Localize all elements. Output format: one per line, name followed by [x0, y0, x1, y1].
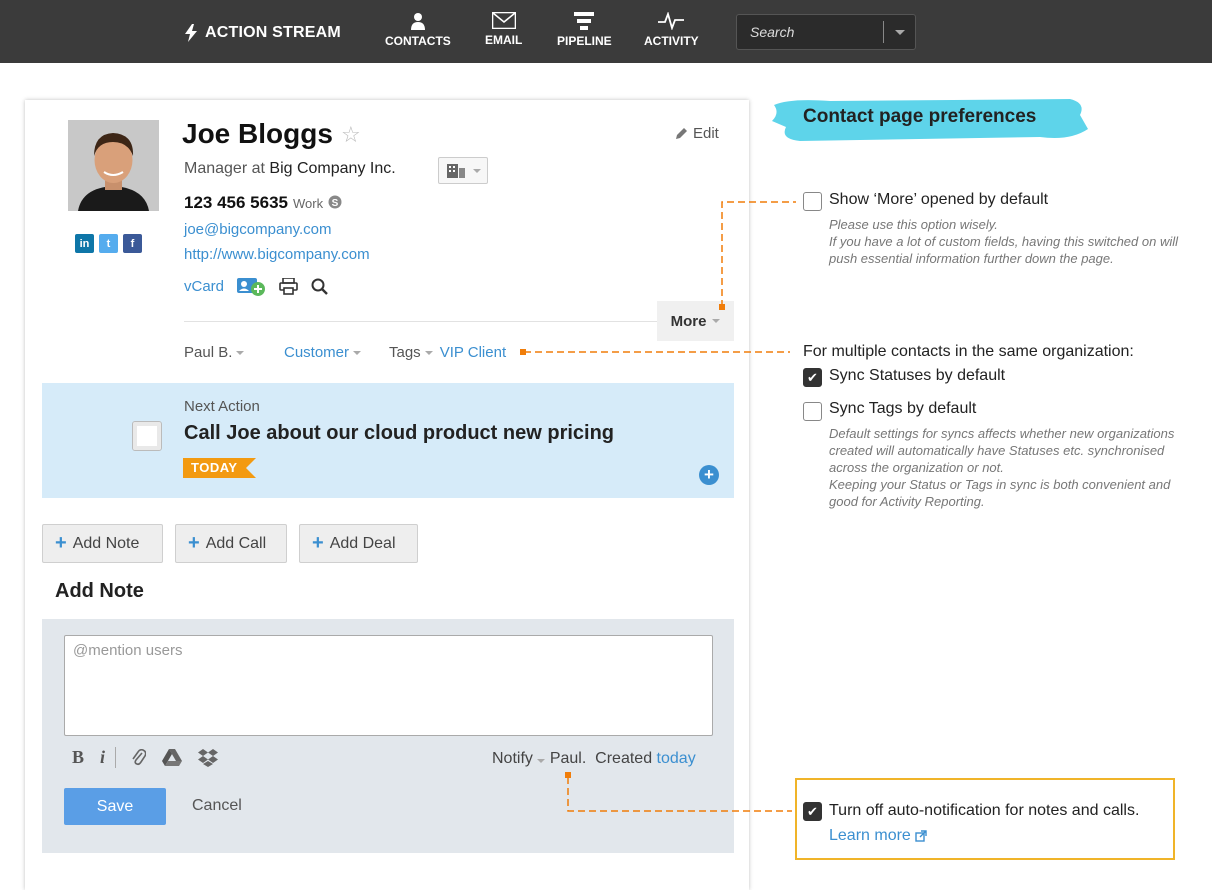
multi-contacts-heading: For multiple contacts in the same organi… — [803, 343, 1134, 360]
sync-tags-checkbox[interactable] — [803, 402, 822, 421]
checkmark-icon: ✔ — [807, 369, 818, 385]
sync-statuses-checkbox[interactable]: ✔ — [803, 368, 822, 387]
auto-notification-checkbox[interactable]: ✔ — [803, 802, 822, 821]
preferences-title: Contact page preferences — [803, 106, 1037, 127]
checkmark-icon: ✔ — [807, 803, 818, 819]
show-more-label: Show ‘More’ opened by default — [829, 191, 1049, 208]
show-more-checkbox[interactable] — [803, 192, 822, 211]
auto-notification-label: Turn off auto-notification for notes and… — [829, 802, 1140, 819]
sync-tags-note: Default settings for syncs affects wheth… — [829, 426, 1175, 509]
external-link-icon — [915, 830, 927, 842]
sync-statuses-label: Sync Statuses by default — [829, 367, 1006, 384]
show-more-note: Please use this option wisely. If you ha… — [829, 217, 1179, 266]
learn-more-link[interactable]: Learn more — [829, 827, 927, 845]
sync-tags-label: Sync Tags by default — [829, 400, 977, 417]
